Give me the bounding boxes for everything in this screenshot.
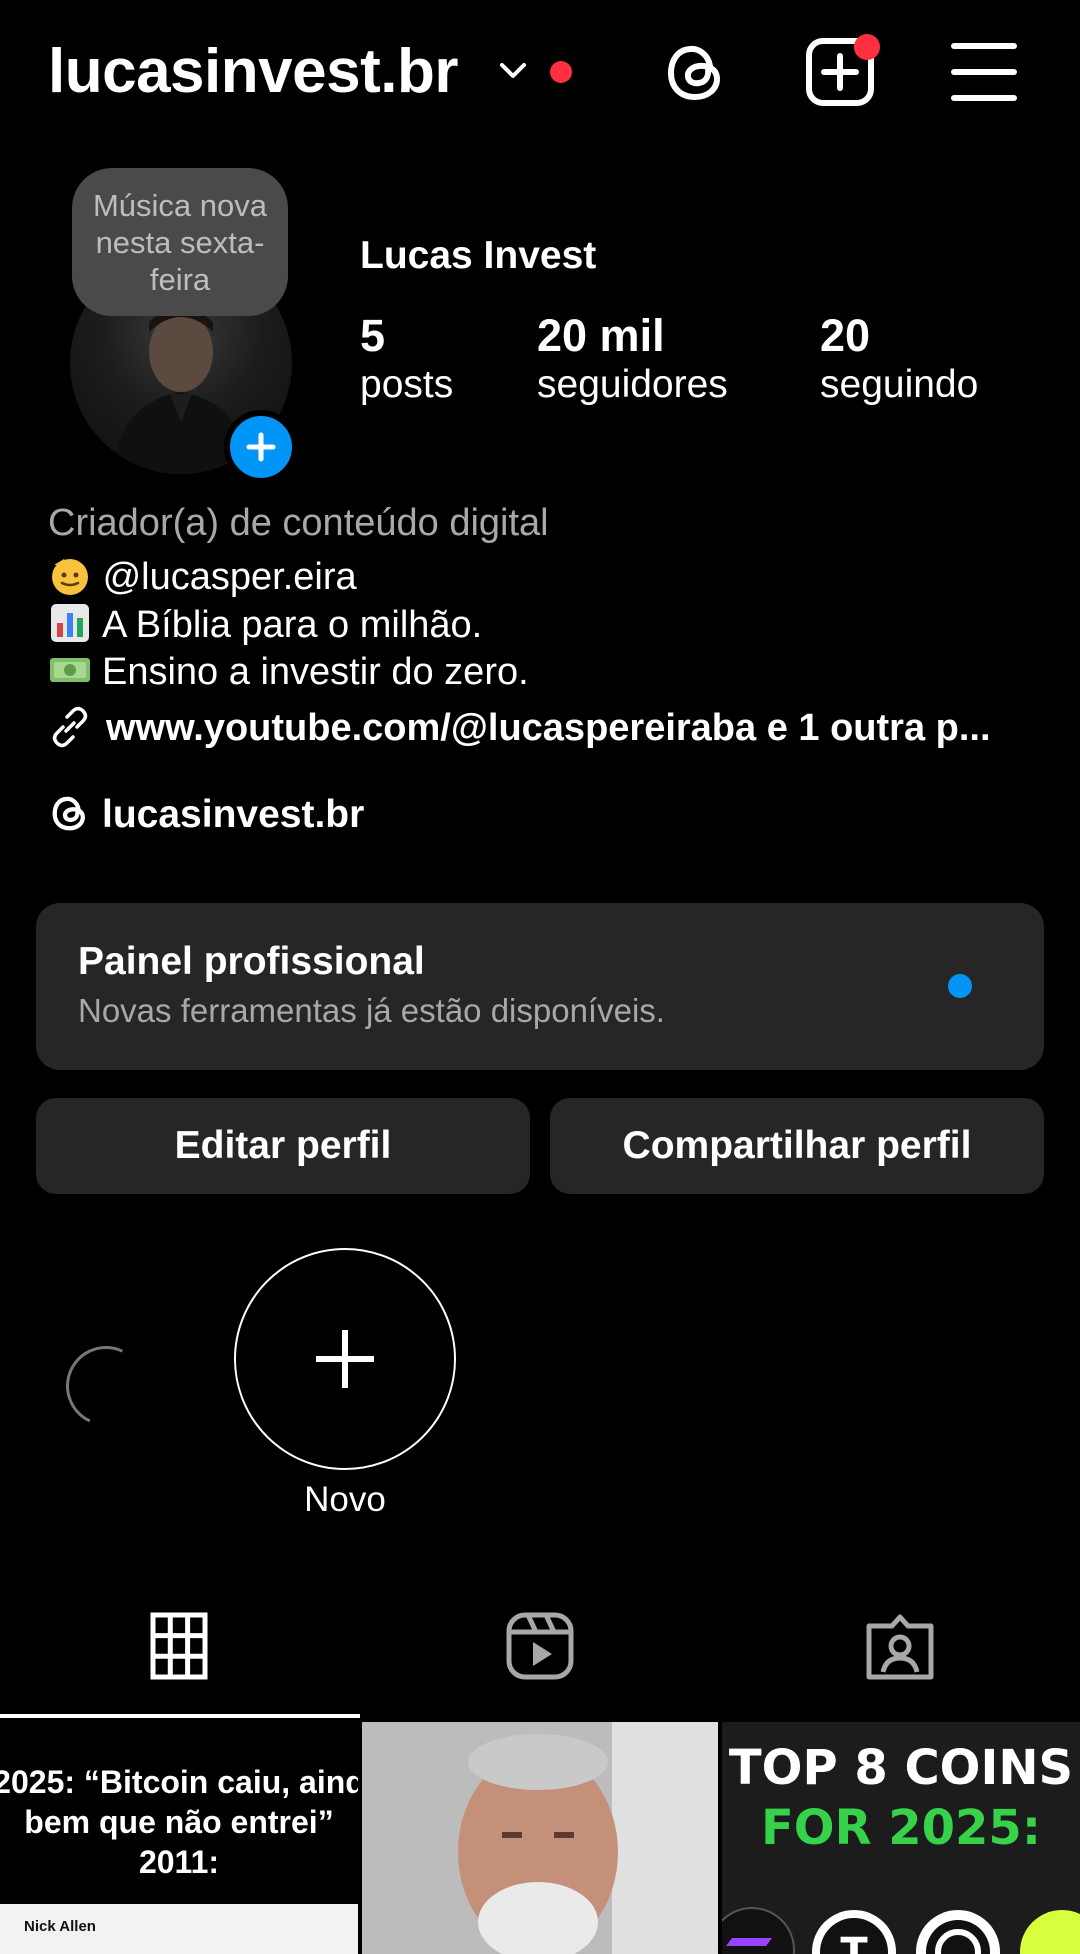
stat-following-value: 20 bbox=[820, 310, 871, 361]
menu-icon[interactable] bbox=[948, 36, 1020, 108]
post-tile-2[interactable] bbox=[362, 1722, 718, 1954]
professional-dashboard-card[interactable] bbox=[36, 903, 1044, 1070]
plus-icon bbox=[316, 1330, 374, 1388]
new-highlight-button[interactable] bbox=[234, 1248, 456, 1470]
account-notification-dot bbox=[550, 61, 572, 83]
post-3-caption: TOP 8 COINS FOR 2025: bbox=[722, 1738, 1080, 1858]
bar-chart-emoji-icon bbox=[51, 604, 89, 642]
add-story-button[interactable] bbox=[224, 410, 298, 484]
threads-badge-link[interactable]: lucasinvest.br bbox=[48, 790, 364, 840]
reels-icon[interactable] bbox=[506, 1612, 574, 1680]
stat-posts-label: posts bbox=[360, 363, 454, 406]
dashboard-subtitle: Novas ferramentas já estão disponíveis. bbox=[78, 992, 665, 1029]
bio-mention-text: @lucasper.eira bbox=[102, 556, 357, 598]
new-highlight-label: Novo bbox=[304, 1480, 386, 1519]
bio-line-3: Ensino a investir do zero. bbox=[48, 648, 529, 695]
active-tab-indicator bbox=[0, 1714, 360, 1718]
plus-icon bbox=[246, 432, 276, 462]
money-emoji-icon bbox=[50, 658, 90, 682]
link-icon bbox=[52, 706, 88, 748]
profile-username[interactable]: lucasinvest.br bbox=[48, 38, 458, 106]
post-3-line-1: TOP 8 COINS bbox=[728, 1740, 1074, 1796]
stat-followers[interactable]: 20 mil seguidores bbox=[537, 310, 728, 408]
bio-link-text: www.youtube.com/@lucaspereiraba e 1 outr… bbox=[106, 707, 991, 749]
edit-profile-button[interactable]: Editar perfil bbox=[36, 1098, 530, 1194]
profile-note-text: Música nova nesta sexta-feira bbox=[92, 187, 268, 297]
bio-line-2-text: A Bíblia para o milhão. bbox=[102, 604, 483, 646]
grid-icon[interactable] bbox=[150, 1612, 208, 1680]
post-1-tweet-card: Nick Allen bbox=[0, 1904, 358, 1954]
post-1-line-1: 2025: “Bitcoin caiu, aind bbox=[0, 1764, 358, 1800]
post-2-image bbox=[362, 1722, 718, 1954]
bio-line-2: A Bíblia para o milhão. bbox=[48, 601, 482, 648]
emoji-salute-icon bbox=[52, 559, 88, 595]
post-1-line-3: 2011: bbox=[138, 1844, 220, 1880]
post-tile-1[interactable]: 2025: “Bitcoin caiu, aind bem que não en… bbox=[0, 1722, 358, 1954]
stat-posts-value: 5 bbox=[360, 310, 386, 361]
post-1-author: Nick Allen bbox=[24, 1918, 96, 1935]
dashboard-new-dot bbox=[948, 974, 972, 998]
dashboard-title: Painel profissional bbox=[78, 940, 425, 983]
chevron-down-icon[interactable] bbox=[496, 54, 530, 88]
stat-following[interactable]: 20 seguindo bbox=[820, 310, 978, 408]
create-notification-dot bbox=[854, 34, 880, 60]
stat-posts[interactable]: 5 posts bbox=[360, 310, 453, 408]
stat-followers-label: seguidores bbox=[537, 363, 728, 406]
threads-icon bbox=[52, 796, 85, 831]
post-tile-3[interactable]: TOP 8 COINS FOR 2025: T bbox=[722, 1722, 1080, 1954]
crypto-coin-icons: T bbox=[722, 1907, 1080, 1954]
threads-handle-text: lucasinvest.br bbox=[102, 793, 365, 836]
bio-line-3-text: Ensino a investir do zero. bbox=[102, 651, 529, 693]
profile-note-bubble[interactable]: Música nova nesta sexta-feira bbox=[72, 168, 288, 316]
bio-category: Criador(a) de conteúdo digital bbox=[48, 502, 549, 544]
bio-link[interactable]: www.youtube.com/@lucaspereiraba e 1 outr… bbox=[48, 704, 991, 752]
bio-line-mention[interactable]: @@lucasper.eira bbox=[48, 553, 357, 600]
coin-t-glyph: T bbox=[840, 1930, 868, 1954]
stat-following-label: seguindo bbox=[820, 363, 979, 406]
loading-spinner-icon bbox=[54, 1334, 158, 1438]
post-1-caption: 2025: “Bitcoin caiu, aind bem que não en… bbox=[0, 1762, 358, 1882]
profile-full-name: Lucas Invest bbox=[360, 234, 597, 277]
post-1-line-2: bem que não entrei” bbox=[24, 1804, 334, 1840]
threads-icon[interactable] bbox=[660, 36, 732, 108]
stat-followers-value: 20 mil bbox=[537, 310, 665, 361]
post-3-line-2: FOR 2025: bbox=[760, 1800, 1042, 1856]
share-profile-button[interactable]: Compartilhar perfil bbox=[550, 1098, 1044, 1194]
tagged-icon[interactable] bbox=[866, 1612, 934, 1680]
